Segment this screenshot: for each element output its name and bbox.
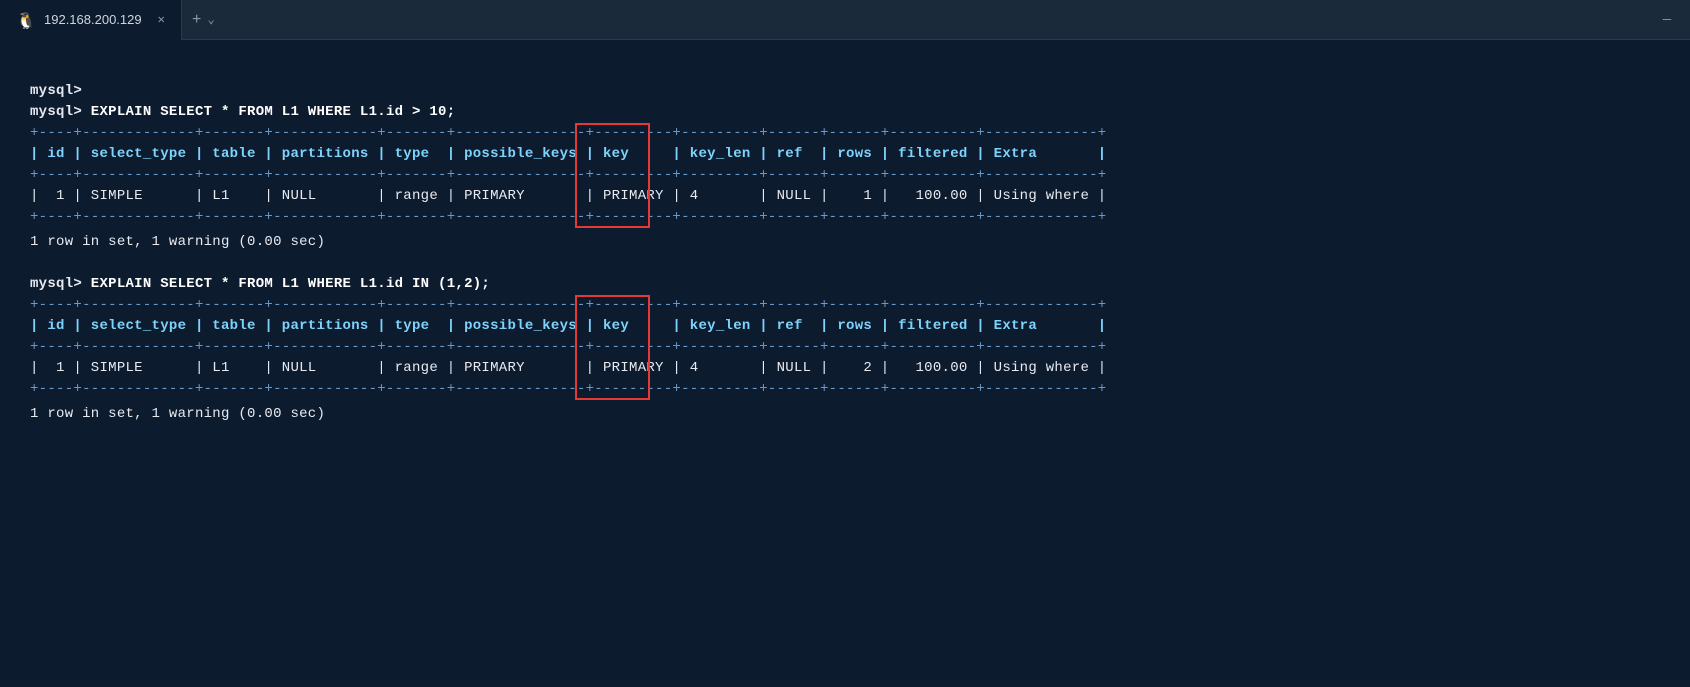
tab-title: 192.168.200.129 <box>44 12 142 27</box>
new-tab-button[interactable]: + <box>192 11 202 29</box>
terminal-content: mysql> mysql> EXPLAIN SELECT * FROM L1 W… <box>30 60 1660 425</box>
sep-line-2c: +----+-------------+-------+------------… <box>30 379 1660 400</box>
active-tab[interactable]: 🐧 192.168.200.129 ✕ <box>0 0 182 40</box>
command-line-2: mysql> EXPLAIN SELECT * FROM L1 WHERE L1… <box>30 274 1660 295</box>
data-line-2: | 1 | SIMPLE | L1 | NULL | range | PRIMA… <box>30 358 1660 379</box>
mysql-prompt-1: mysql> <box>30 83 82 99</box>
linux-icon: 🐧 <box>16 11 34 29</box>
tab-add-area: + ⌄ <box>182 0 225 40</box>
sep-line-1a: +----+-------------+-------+------------… <box>30 123 1660 144</box>
terminal-area[interactable]: mysql> mysql> EXPLAIN SELECT * FROM L1 W… <box>0 40 1690 687</box>
header-line-2: | id | select_type | table | partitions … <box>30 316 1660 337</box>
sep-line-1c: +----+-------------+-------+------------… <box>30 207 1660 228</box>
tab-list-chevron[interactable]: ⌄ <box>207 12 214 27</box>
minimize-button[interactable]: — <box>1644 0 1690 40</box>
sep-line-1b: +----+-------------+-------+------------… <box>30 165 1660 186</box>
header-line-1: | id | select_type | table | partitions … <box>30 144 1660 165</box>
blank-line-2 <box>30 253 1660 274</box>
sql-command-2: EXPLAIN SELECT * FROM L1 WHERE L1.id IN … <box>82 276 490 292</box>
sql-command-1: EXPLAIN SELECT * FROM L1 WHERE L1.id > 1… <box>82 104 455 120</box>
command-line-1: mysql> EXPLAIN SELECT * FROM L1 WHERE L1… <box>30 102 1660 123</box>
mysql-prompt-2: mysql> <box>30 104 82 120</box>
blank-line-1 <box>30 60 1660 81</box>
tab-close-button[interactable]: ✕ <box>158 12 165 27</box>
explain-table-2: +----+-------------+-------+------------… <box>30 295 1660 400</box>
result-line-2: 1 row in set, 1 warning (0.00 sec) <box>30 404 1660 425</box>
explain-table-1: +----+-------------+-------+------------… <box>30 123 1660 228</box>
prompt-line: mysql> <box>30 81 1660 102</box>
sep-line-2b: +----+-------------+-------+------------… <box>30 337 1660 358</box>
data-line-1: | 1 | SIMPLE | L1 | NULL | range | PRIMA… <box>30 186 1660 207</box>
titlebar: 🐧 192.168.200.129 ✕ + ⌄ — <box>0 0 1690 40</box>
mysql-prompt-3: mysql> <box>30 276 82 292</box>
result-line-1: 1 row in set, 1 warning (0.00 sec) <box>30 232 1660 253</box>
sep-line-2a: +----+-------------+-------+------------… <box>30 295 1660 316</box>
